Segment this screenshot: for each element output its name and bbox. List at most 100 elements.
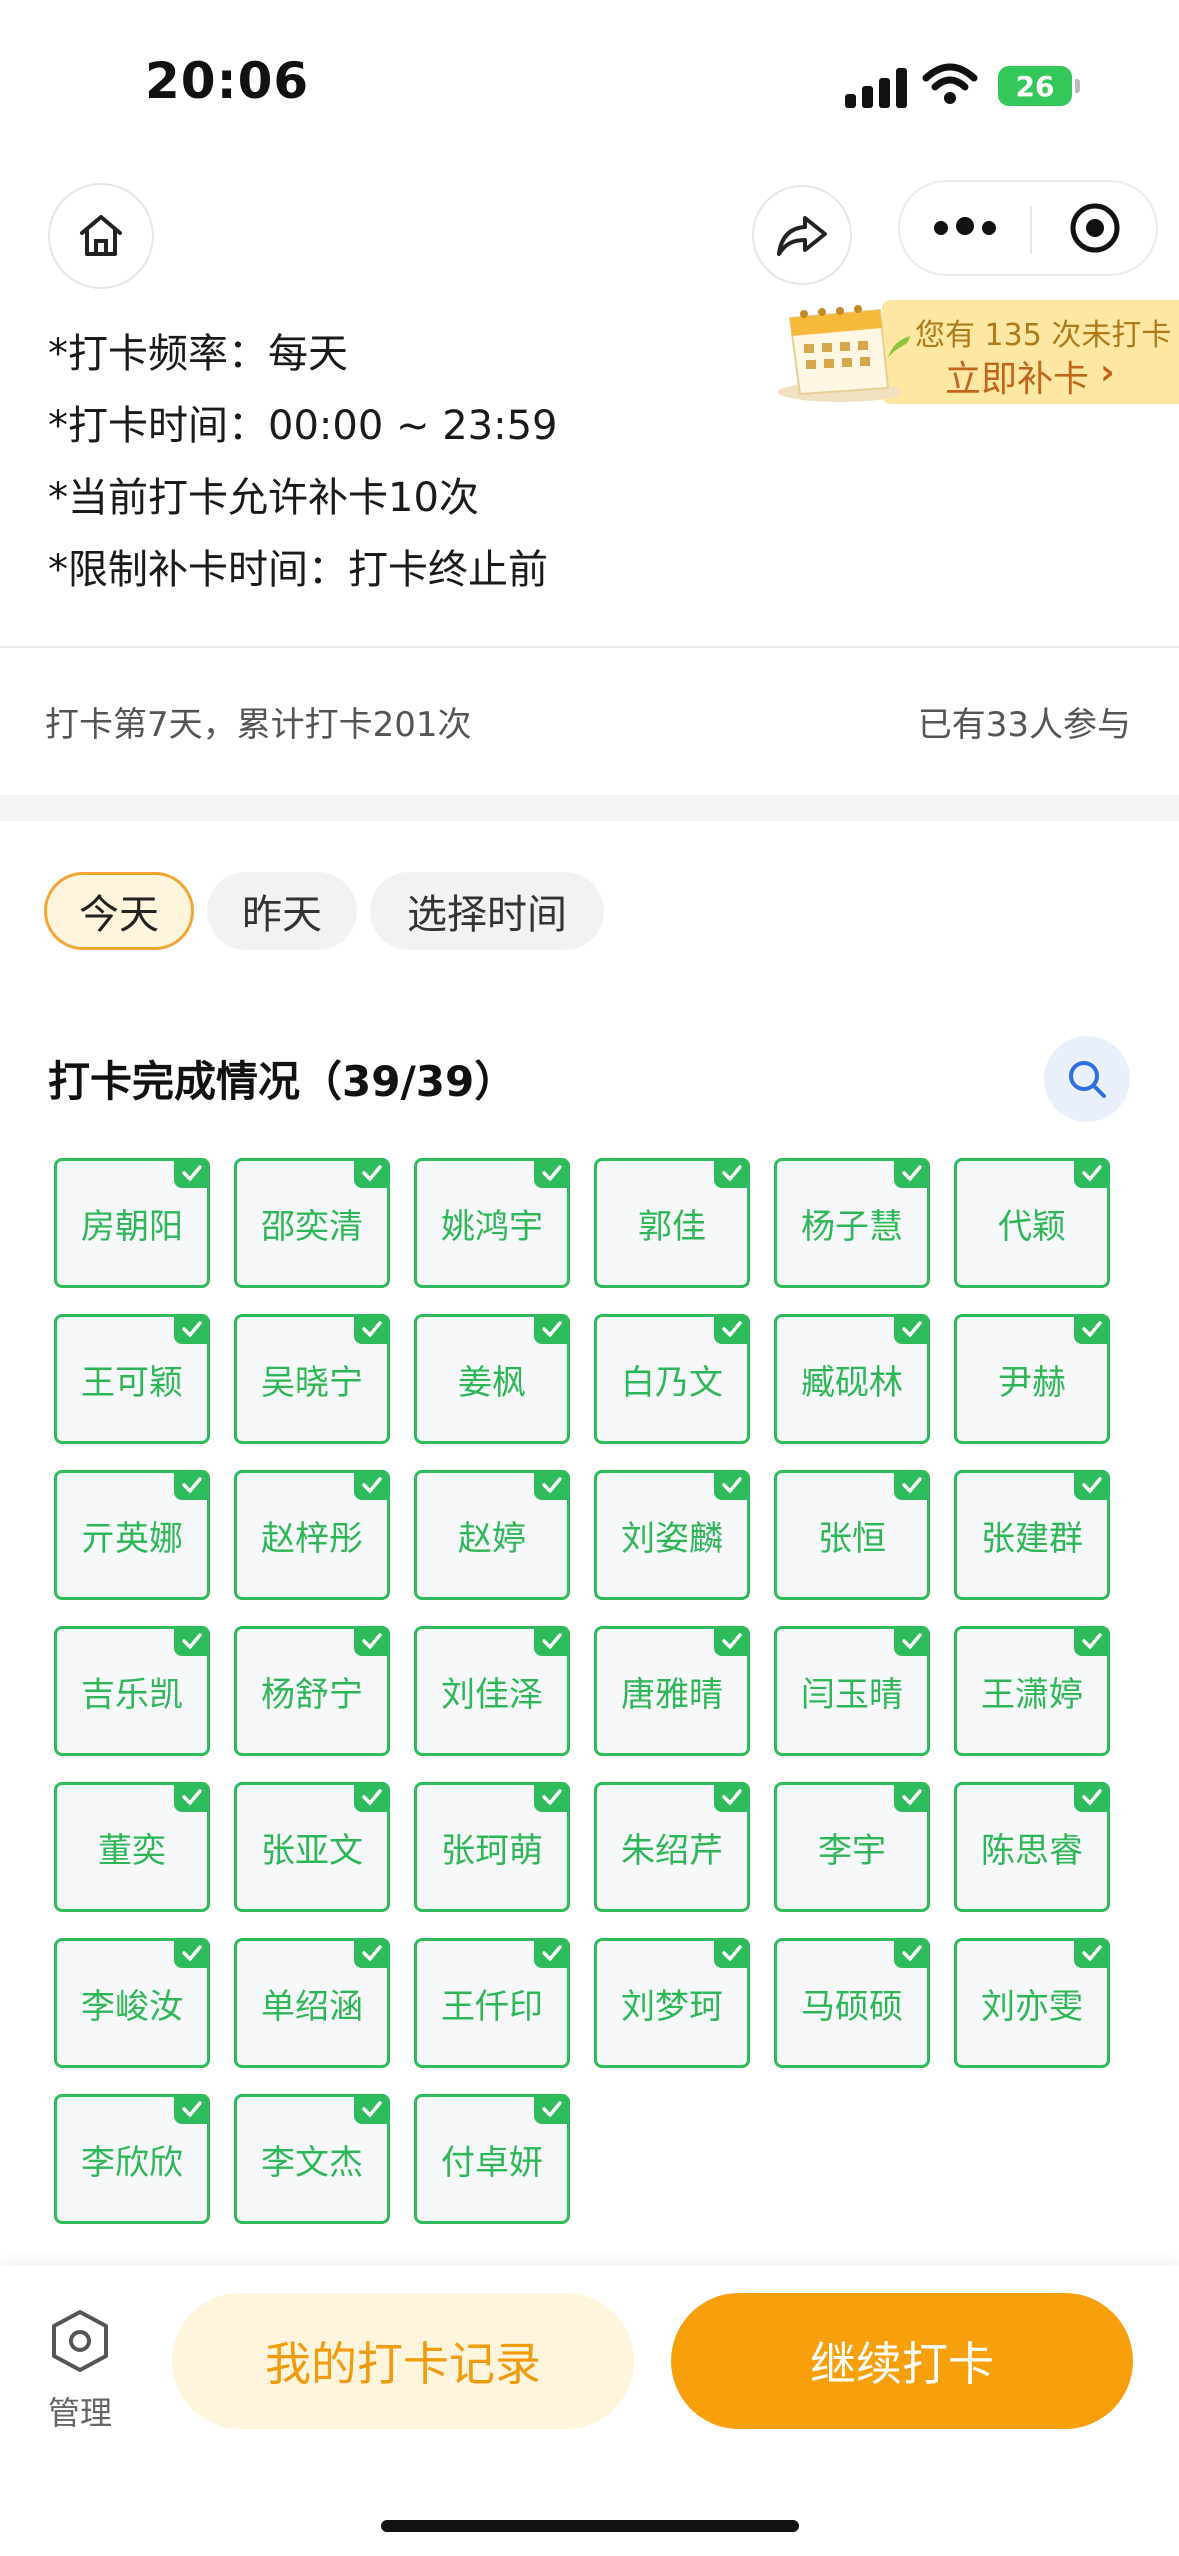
check-icon — [174, 1158, 210, 1188]
calendar-icon — [778, 305, 910, 402]
home-button[interactable] — [48, 183, 154, 289]
check-icon — [354, 2094, 390, 2124]
search-button[interactable] — [1044, 1036, 1130, 1122]
tab-yesterday[interactable]: 昨天 — [207, 872, 357, 950]
member-name: 吴晓宁 — [261, 1362, 363, 1403]
check-icon — [894, 1314, 930, 1344]
manage-button[interactable]: 管理 — [30, 2306, 130, 2432]
continue-checkin-button[interactable]: 继续打卡 — [671, 2293, 1133, 2429]
member-card[interactable]: 王可颖 — [54, 1314, 210, 1444]
member-card[interactable]: 白乃文 — [594, 1314, 750, 1444]
member-card[interactable]: 张建群 — [954, 1470, 1110, 1600]
member-card[interactable]: 刘梦珂 — [594, 1938, 750, 2068]
member-card[interactable]: 马硕硕 — [774, 1938, 930, 2068]
member-card[interactable]: 付卓妍 — [414, 2094, 570, 2224]
member-card[interactable]: 王潇婷 — [954, 1626, 1110, 1756]
member-card[interactable]: 单绍涵 — [234, 1938, 390, 2068]
member-name: 刘亦雯 — [981, 1986, 1083, 2027]
battery-level: 26 — [998, 66, 1072, 106]
member-card[interactable]: 张珂萌 — [414, 1782, 570, 1912]
member-card[interactable]: 陈思睿 — [954, 1782, 1110, 1912]
close-mini-program-button[interactable] — [1032, 182, 1158, 274]
rule-makeup-count: *当前打卡允许补卡10次 — [48, 475, 479, 521]
member-name: 付卓妍 — [441, 2142, 543, 2183]
member-name: 单绍涵 — [261, 1986, 363, 2027]
check-icon — [354, 1938, 390, 1968]
divider — [0, 646, 1179, 648]
member-card[interactable]: 董奕 — [54, 1782, 210, 1912]
more-button[interactable] — [900, 182, 1030, 274]
member-name: 张珂萌 — [441, 1830, 543, 1871]
check-icon — [894, 1782, 930, 1812]
check-icon — [534, 2094, 570, 2124]
check-icon — [1074, 1626, 1110, 1656]
bottom-action-bar: 管理 我的打卡记录 继续打卡 — [0, 2266, 1179, 2556]
close-icon — [1070, 203, 1120, 253]
member-card[interactable]: 李宇 — [774, 1782, 930, 1912]
member-card[interactable]: 吴晓宁 — [234, 1314, 390, 1444]
member-name: 赵梓彤 — [261, 1518, 363, 1559]
tab-select-time[interactable]: 选择时间 — [370, 872, 604, 950]
check-icon — [174, 1314, 210, 1344]
member-card[interactable]: 房朝阳 — [54, 1158, 210, 1288]
member-card[interactable]: 张亚文 — [234, 1782, 390, 1912]
member-name: 李文杰 — [261, 2142, 363, 2183]
mini-program-capsule — [898, 180, 1158, 276]
member-name: 陈思睿 — [981, 1830, 1083, 1871]
member-card[interactable]: 亓英娜 — [54, 1470, 210, 1600]
completion-title: 打卡完成情况（39/39） — [48, 1057, 517, 1106]
member-card[interactable]: 李文杰 — [234, 2094, 390, 2224]
member-card[interactable]: 闫玉晴 — [774, 1626, 930, 1756]
member-name: 尹赫 — [998, 1362, 1066, 1403]
member-name: 张亚文 — [261, 1830, 363, 1871]
makeup-checkin-banner[interactable]: 您有 135 次未打卡 立即补卡 › — [770, 288, 1179, 406]
tab-today[interactable]: 今天 — [44, 872, 194, 950]
check-icon — [1074, 1938, 1110, 1968]
member-card[interactable]: 刘姿麟 — [594, 1470, 750, 1600]
member-card[interactable]: 王仟印 — [414, 1938, 570, 2068]
member-card[interactable]: 邵奕清 — [234, 1158, 390, 1288]
checkin-progress: 打卡第7天，累计打卡201次 — [45, 705, 472, 745]
member-name: 李峻汝 — [81, 1986, 183, 2027]
manage-label: 管理 — [47, 2394, 112, 2432]
rule-makeup-deadline: *限制补卡时间：打卡终止前 — [48, 547, 548, 593]
hexagon-settings-icon — [52, 2310, 108, 2372]
member-card[interactable]: 姜枫 — [414, 1314, 570, 1444]
share-button[interactable] — [752, 185, 852, 285]
member-card[interactable]: 郭佳 — [594, 1158, 750, 1288]
member-card[interactable]: 唐雅晴 — [594, 1626, 750, 1756]
more-icon — [930, 217, 1000, 239]
check-icon — [174, 2094, 210, 2124]
member-card[interactable]: 吉乐凯 — [54, 1626, 210, 1756]
home-indicator — [381, 2520, 799, 2532]
member-card[interactable]: 朱绍芹 — [594, 1782, 750, 1912]
check-icon — [1074, 1782, 1110, 1812]
member-card[interactable]: 代颖 — [954, 1158, 1110, 1288]
cellular-signal-icon — [845, 68, 907, 108]
check-icon — [1074, 1470, 1110, 1500]
check-icon — [714, 1938, 750, 1968]
member-card[interactable]: 李峻汝 — [54, 1938, 210, 2068]
member-card[interactable]: 姚鸿宇 — [414, 1158, 570, 1288]
member-name: 刘佳泽 — [441, 1674, 543, 1715]
member-card[interactable]: 张恒 — [774, 1470, 930, 1600]
member-card[interactable]: 杨舒宁 — [234, 1626, 390, 1756]
makeup-missed-count: 您有 135 次未打卡 — [915, 318, 1172, 353]
member-card[interactable]: 刘佳泽 — [414, 1626, 570, 1756]
member-card[interactable]: 李欣欣 — [54, 2094, 210, 2224]
check-icon — [1074, 1158, 1110, 1188]
check-icon — [174, 1626, 210, 1656]
check-icon — [714, 1782, 750, 1812]
check-icon — [354, 1470, 390, 1500]
my-records-button[interactable]: 我的打卡记录 — [172, 2293, 634, 2429]
status-bar: 20:06 26 — [0, 0, 1179, 170]
member-card[interactable]: 刘亦雯 — [954, 1938, 1110, 2068]
member-card[interactable]: 臧砚林 — [774, 1314, 930, 1444]
member-card[interactable]: 尹赫 — [954, 1314, 1110, 1444]
check-icon — [714, 1314, 750, 1344]
member-name: 杨舒宁 — [261, 1674, 363, 1715]
member-card[interactable]: 杨子慧 — [774, 1158, 930, 1288]
member-card[interactable]: 赵婷 — [414, 1470, 570, 1600]
member-card[interactable]: 赵梓彤 — [234, 1470, 390, 1600]
check-icon — [534, 1158, 570, 1188]
